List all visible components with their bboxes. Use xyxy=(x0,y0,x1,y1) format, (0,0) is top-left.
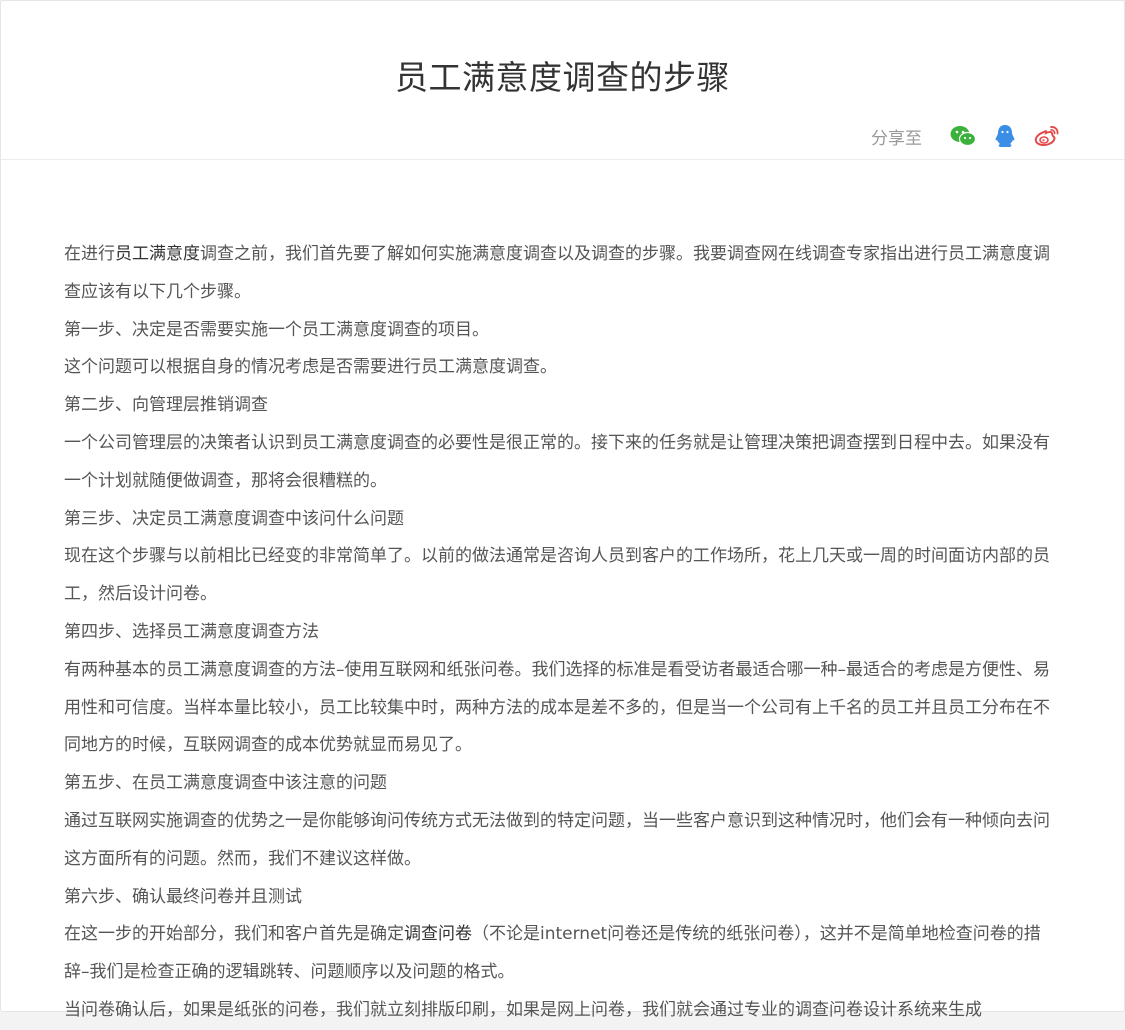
keyword-link[interactable]: 员工满意度 xyxy=(115,244,200,264)
paragraph: 一个公司管理层的决策者认识到员工满意度调查的必要性是很正常的。接下来的任务就是让… xyxy=(64,432,1050,491)
text-segment: 调查之前，我们首先要了解如何实施满意度调查以及调查的步骤。我要调查网在线调查专家… xyxy=(64,244,1050,302)
paragraph: 当问卷确认后，如果是纸张的问卷，我们就立刻排版印刷，如果是网上问卷，我们就会通过… xyxy=(64,999,982,1020)
paragraph: 有两种基本的员工满意度调查的方法–使用互联网和纸张问卷。我们选择的标准是看受访者… xyxy=(64,659,1050,756)
article-card: 员工满意度调查的步骤 分享至 在进行员工满意度调查之前，我们首先要了解如何实施满… xyxy=(0,0,1125,1020)
step-heading: 第五步、在员工满意度调查中该注意的问题 xyxy=(64,773,387,794)
paragraph: 现在这个步骤与以前相比已经变的非常简单了。以前的做法通常是咨询人员到客户的工作场… xyxy=(64,546,1050,605)
share-label: 分享至 xyxy=(871,128,922,149)
step-heading: 第六步、确认最终问卷并且测试 xyxy=(64,886,302,907)
share-bar: 分享至 xyxy=(871,121,1062,151)
paragraph: 通过互联网实施调查的优势之一是你能够询问传统方式无法做到的特定问题，当一些客户意… xyxy=(64,810,1050,869)
article-title: 员工满意度调查的步骤 xyxy=(395,58,730,97)
paragraph: 这个问题可以根据自身的情况考虑是否需要进行员工满意度调查。 xyxy=(64,357,557,378)
text-segment: 在这一步的开始部分，我们和客户首先是确定 xyxy=(64,924,404,945)
qq-icon[interactable] xyxy=(990,121,1020,151)
article-body: 在进行员工满意度调查之前，我们首先要了解如何实施满意度调查以及调查的步骤。我要调… xyxy=(64,236,1064,1030)
step-heading: 第四步、选择员工满意度调查方法 xyxy=(64,621,319,642)
paragraph: 在这一步的开始部分，我们和客户首先是确定调查问卷（不论是internet问卷还是… xyxy=(64,916,1064,992)
wechat-icon[interactable] xyxy=(948,121,978,151)
step-heading: 第一步、决定是否需要实施一个员工满意度调查的项目。 xyxy=(64,319,489,340)
article-header: 员工满意度调查的步骤 分享至 xyxy=(1,1,1124,160)
step-heading: 第二步、向管理层推销调查 xyxy=(64,395,268,416)
text-segment: 在进行 xyxy=(64,244,115,264)
keyword-link[interactable]: 调查问卷 xyxy=(404,924,472,944)
weibo-icon[interactable] xyxy=(1032,121,1062,151)
paragraph: 在进行员工满意度调查之前，我们首先要了解如何实施满意度调查以及调查的步骤。我要调… xyxy=(64,236,1064,312)
step-heading: 第三步、决定员工满意度调查中该问什么问题 xyxy=(64,508,404,529)
